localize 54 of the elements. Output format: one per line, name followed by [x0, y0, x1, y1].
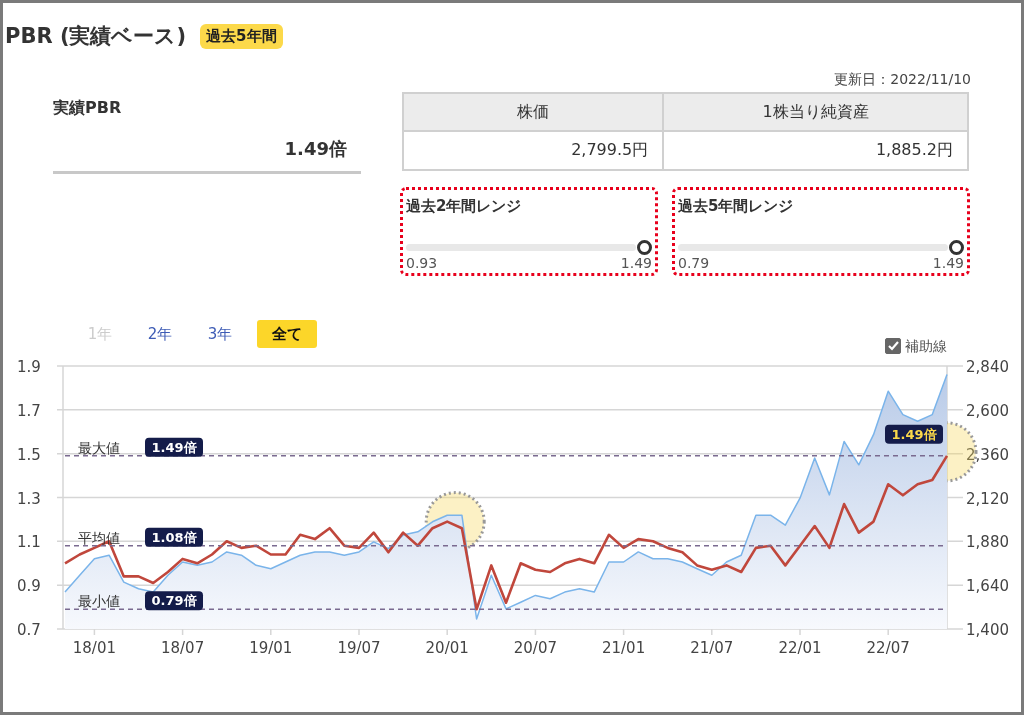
period-badge: 過去5年間	[200, 23, 283, 49]
axis-label: 18/07	[161, 639, 205, 657]
period-button[interactable]: 3年	[197, 320, 243, 348]
axis-label: 1.7	[17, 401, 41, 420]
axis-label: 18/01	[72, 639, 116, 657]
axis-label: 1.5	[17, 445, 41, 464]
axis-label: 19/01	[249, 639, 293, 657]
axis-label: 1.1	[17, 533, 41, 552]
axis-label: 1,640	[966, 577, 1009, 596]
value-badge: 1.08倍	[145, 527, 203, 547]
value-badge: 0.79倍	[145, 591, 203, 611]
axis-label: 22/07	[866, 639, 910, 657]
axis-label: 20/01	[425, 639, 469, 657]
checkbox-label: 補助線	[905, 338, 947, 356]
axis-label: 1,880	[966, 533, 1009, 552]
axis-label: 1.9	[17, 358, 41, 376]
value-badge: 1.49倍	[145, 437, 203, 457]
axis-label: 0.7	[17, 621, 41, 639]
table-cell: 1,885.2円	[663, 131, 968, 170]
page-title: PBR (実績ベース)	[5, 23, 187, 50]
table-cell: 2,799.5円	[403, 131, 664, 170]
axis-label: 19/07	[337, 639, 381, 657]
range-max: 1.49	[932, 255, 964, 271]
axis-label: 22/01	[778, 639, 822, 657]
axis-label: 1,400	[966, 621, 1009, 639]
checkbox[interactable]	[885, 338, 901, 354]
axis-label: 21/01	[602, 639, 646, 657]
annotation: 1.49倍	[891, 426, 937, 442]
axis-label: 2,600	[966, 401, 1009, 420]
axis-label: 2,360	[966, 445, 1009, 464]
axis-label: 0.9	[17, 577, 41, 596]
range-max: 1.49	[620, 255, 652, 271]
range-min: 0.93	[406, 255, 438, 271]
ref-line-label: 1.08倍	[151, 529, 197, 545]
pbr-value: 1.49倍	[283, 137, 348, 161]
ref-line-label: 0.79倍	[151, 593, 197, 609]
column-header: 1株当り純資産	[663, 93, 968, 131]
axis-label: 1.3	[17, 489, 41, 508]
range-title: 過去5年間レンジ	[678, 197, 795, 216]
update-date: 更新日：2022/11/10	[833, 71, 972, 89]
reference-label: 平均値	[78, 529, 120, 546]
period-button[interactable]: 2年	[137, 320, 183, 348]
axis-label: 2,120	[966, 489, 1009, 508]
period-button[interactable]: 全て	[257, 320, 317, 348]
reference-label: 最小値	[78, 593, 120, 610]
axis-label: 2,840	[966, 358, 1009, 376]
axis-label: 21/07	[690, 639, 734, 657]
reference-label: 最大値	[78, 439, 120, 456]
range-title: 過去2年間レンジ	[406, 197, 523, 216]
range-min: 0.79	[678, 255, 710, 271]
pbr-label: 実績PBR	[53, 98, 123, 119]
axis-label: 20/07	[513, 639, 557, 657]
column-header: 株価	[403, 93, 664, 131]
ref-line-label: 1.49倍	[151, 439, 197, 455]
